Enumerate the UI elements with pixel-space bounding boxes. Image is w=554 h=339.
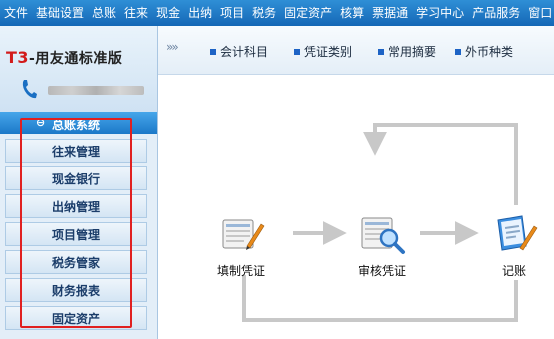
arrow-bottom-loop: [242, 275, 518, 322]
blurred-phone-number: [48, 86, 144, 95]
nav-header-general-ledger-system[interactable]: ⊖ 总账系统: [0, 112, 157, 134]
menu-tax[interactable]: 税务: [248, 0, 280, 26]
menu-receivables[interactable]: 往来: [120, 0, 152, 26]
node-review-voucher[interactable]: 审核凭证: [352, 212, 412, 279]
menu-cashier[interactable]: 出纳: [184, 0, 216, 26]
toolbar-voucher-types-label: 凭证类别: [304, 45, 353, 59]
menu-fixed-assets[interactable]: 固定资产: [280, 0, 336, 26]
workflow-diagram: 填制凭证 审核凭证 记账: [158, 75, 554, 339]
nav-item-tax[interactable]: 税务管家: [5, 250, 147, 274]
review-voucher-icon: [361, 217, 405, 254]
node-fill-voucher[interactable]: 填制凭证: [211, 212, 271, 279]
nav-header-label: 总账系统: [52, 118, 101, 132]
node-post-ledger-label: 记账: [501, 264, 526, 278]
nav-item-financial-reports[interactable]: 财务报表: [5, 278, 147, 302]
nav-item-cash-bank[interactable]: 现金银行: [5, 166, 147, 190]
toolbar-voucher-types-button[interactable]: 凭证类别: [294, 43, 352, 60]
toolbar-collapse-chevron[interactable]: »»: [166, 40, 179, 54]
toolbar-common-summary-label: 常用摘要: [388, 45, 437, 59]
node-post-ledger[interactable]: 记账: [484, 212, 544, 279]
bullet-icon: [294, 48, 300, 55]
menu-bar: 文件 基础设置 总账 往来 现金 出纳 项目 税务 固定资产 核算 票据通 学习…: [0, 0, 554, 26]
menu-window[interactable]: 窗口: [524, 0, 554, 26]
menu-cash[interactable]: 现金: [152, 0, 184, 26]
toolbar-common-summary-button[interactable]: 常用摘要: [378, 43, 436, 60]
toolbar: »» 会计科目 凭证类别 常用摘要 外币种类: [158, 26, 554, 75]
bullet-icon: [210, 48, 216, 55]
post-ledger-icon: [497, 215, 538, 251]
node-fill-voucher-label: 填制凭证: [216, 264, 265, 278]
menu-basic-settings[interactable]: 基础设置: [32, 0, 88, 26]
logo-panel: T3-用友通标准版: [0, 26, 158, 112]
toolbar-accounts-button[interactable]: 会计科目: [210, 43, 268, 60]
menu-file[interactable]: 文件: [0, 0, 32, 26]
menu-general-ledger[interactable]: 总账: [88, 0, 120, 26]
menu-project[interactable]: 项目: [216, 0, 248, 26]
nav-item-project[interactable]: 项目管理: [5, 222, 147, 246]
menu-bill[interactable]: 票据通: [368, 0, 412, 26]
menu-accounting[interactable]: 核算: [336, 0, 368, 26]
node-review-voucher-label: 审核凭证: [357, 264, 406, 278]
bullet-icon: [378, 48, 384, 55]
flow-arrows: [242, 123, 518, 322]
collapse-icon: ⊖: [36, 116, 46, 129]
logo-t3: T3: [6, 48, 30, 67]
product-logo: T3-用友通标准版: [6, 48, 122, 68]
nav-item-cashier[interactable]: 出纳管理: [5, 194, 147, 218]
logo-title-text: -用友通标准版: [29, 51, 123, 67]
arrow-top-loop: [363, 123, 518, 205]
toolbar-accounts-label: 会计科目: [220, 45, 269, 59]
toolbar-currency-label: 外币种类: [465, 45, 514, 59]
menu-product-service[interactable]: 产品服务: [468, 0, 524, 26]
nav-item-fixed-assets[interactable]: 固定资产: [5, 306, 147, 330]
fill-voucher-icon: [222, 219, 265, 250]
bullet-icon: [455, 48, 461, 55]
menu-learning-center[interactable]: 学习中心: [412, 0, 468, 26]
phone-icon: [22, 80, 37, 99]
main-area: »» 会计科目 凭证类别 常用摘要 外币种类 填制凭证 审核凭证 记账: [158, 26, 554, 339]
nav-item-receivables[interactable]: 往来管理: [5, 139, 147, 163]
toolbar-currency-button[interactable]: 外币种类: [455, 43, 513, 60]
